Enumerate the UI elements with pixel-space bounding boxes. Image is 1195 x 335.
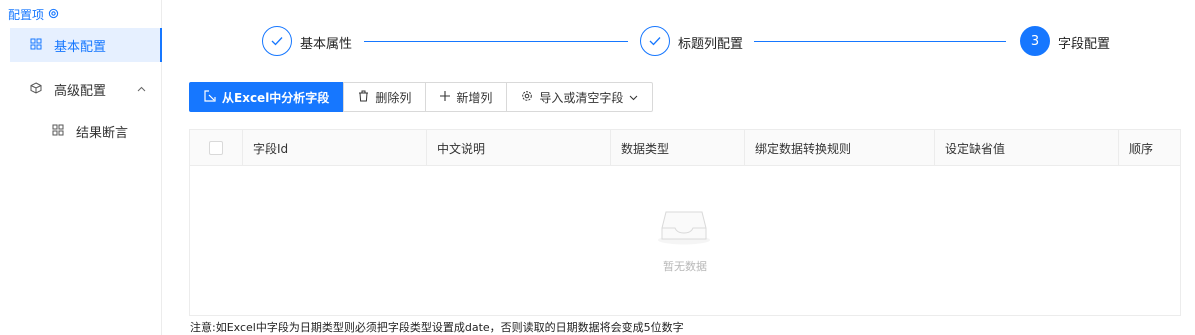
step-1-done-icon[interactable] [262,26,292,56]
fields-table: 字段Id 中文说明 数据类型 绑定数据转换规则 设定缺省值 顺序 暂无数据 [189,129,1181,316]
sidebar-item-label: 高级配置 [54,83,107,99]
sidebar: 配置项 基本配置 高级配置 结果断言 [0,0,162,335]
step-3-number[interactable]: 3 [1020,26,1050,56]
delete-column-label: 删除列 [375,90,412,105]
column-header-field-id[interactable]: 字段Id [242,130,426,166]
column-header-data-type[interactable]: 数据类型 [610,130,744,166]
step-2-done-icon[interactable] [640,26,670,56]
chevron-down-icon [629,90,638,104]
add-column-button[interactable]: 新增列 [425,82,508,112]
step-3-label[interactable]: 字段配置 [1058,33,1110,52]
column-header-conversion-rule[interactable]: 绑定数据转换规则 [744,130,934,166]
column-header-description[interactable]: 中文说明 [426,130,610,166]
analyze-excel-button[interactable]: 从Excel中分析字段 [189,82,345,112]
sidebar-header-label: 配置项 [8,8,45,22]
sidebar-item-label: 基本配置 [54,39,107,55]
cube-icon [30,82,44,96]
grid-icon [52,124,66,138]
plus-icon [440,90,451,104]
sidebar-item-result-assertion[interactable]: 结果断言 [32,114,162,148]
empty-text: 暂无数据 [663,260,707,273]
delete-column-button[interactable]: 删除列 [343,82,427,112]
trash-icon [358,90,369,105]
gear-icon [521,90,533,105]
date-type-note: 注意:如Excel中字段为日期类型则必须把字段类型设置成date，否则读取的日期… [190,321,684,334]
column-header-order[interactable]: 顺序 [1118,130,1180,166]
empty-state: 暂无数据 [190,166,1180,315]
settings-icon[interactable] [48,8,59,22]
chevron-up-icon[interactable] [137,84,146,95]
grid-icon [30,38,44,52]
step-connector [754,41,1006,42]
step-1-label[interactable]: 基本属性 [300,33,352,52]
column-header-default-value[interactable]: 设定缺省值 [934,130,1118,166]
sidebar-item-basic-config[interactable]: 基本配置 [10,28,162,62]
table-header: 字段Id 中文说明 数据类型 绑定数据转换规则 设定缺省值 顺序 [190,130,1180,166]
toolbar: 从Excel中分析字段 删除列 新增列 导入或清空字段 [189,82,654,112]
steps: 基本属性 标题列配置 3 字段配置 [262,26,1122,58]
select-all-checkbox[interactable] [209,141,223,155]
select-all-cell [190,130,242,166]
sidebar-item-label: 结果断言 [76,125,129,141]
step-2-label[interactable]: 标题列配置 [678,33,743,52]
import-or-clear-dropdown[interactable]: 导入或清空字段 [506,82,654,112]
empty-inbox-icon [656,204,712,249]
sidebar-header[interactable]: 配置项 [8,6,59,23]
select-icon [204,89,216,105]
step-connector [364,41,628,42]
import-or-clear-label: 导入或清空字段 [539,90,624,105]
analyze-excel-label: 从Excel中分析字段 [222,90,330,105]
sidebar-item-advanced-config[interactable]: 高级配置 [10,72,162,106]
add-column-label: 新增列 [456,90,493,105]
